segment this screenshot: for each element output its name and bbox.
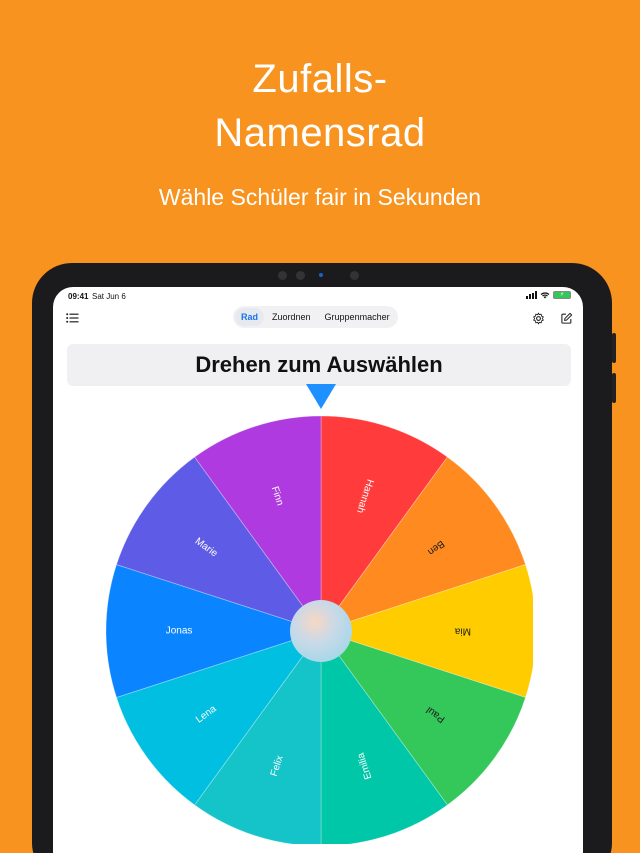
camera bbox=[296, 271, 305, 280]
volume-button bbox=[612, 333, 616, 363]
wheel-label-mia: Mia bbox=[454, 625, 471, 636]
wifi-icon bbox=[540, 292, 550, 299]
app-screen: 09:41 Sat Jun 6 ⚡ Rad Zuordnen Gruppenma… bbox=[53, 287, 583, 853]
compose-icon bbox=[560, 312, 572, 324]
status-indicators: ⚡ bbox=[526, 291, 571, 299]
tab-rad[interactable]: Rad bbox=[235, 308, 265, 326]
tab-zuordnen[interactable]: Zuordnen bbox=[266, 308, 317, 326]
view-switcher: Rad Zuordnen Gruppenmacher bbox=[233, 306, 398, 328]
sensor bbox=[350, 271, 359, 280]
settings-button[interactable] bbox=[527, 307, 549, 329]
name-wheel-area: Hannah Ben Mia Paul Emilia Felix Lena Jonas Mari… bbox=[103, 384, 537, 847]
name-wheel[interactable]: HannahBenMiaPaulEmiliaFelixLenaJonasMari… bbox=[103, 384, 537, 847]
gear-icon bbox=[532, 312, 544, 324]
headline-line-2: Namensrad bbox=[214, 111, 426, 155]
sensor bbox=[278, 271, 287, 280]
signal-icon bbox=[526, 291, 537, 299]
wheel-pointer bbox=[306, 384, 336, 409]
spin-hub-button[interactable] bbox=[290, 600, 352, 662]
camera-indicator bbox=[319, 273, 323, 277]
wheel-title: Drehen zum Auswählen bbox=[195, 352, 443, 377]
status-time: 09:41 bbox=[68, 292, 89, 301]
status-bar: 09:41 Sat Jun 6 ⚡ bbox=[66, 291, 571, 303]
volume-button bbox=[612, 373, 616, 403]
status-date: Sat Jun 6 bbox=[92, 292, 126, 301]
marketing-headline: Zufalls- Namensrad bbox=[0, 52, 640, 160]
battery-icon: ⚡ bbox=[553, 291, 571, 299]
edit-button[interactable] bbox=[555, 307, 577, 329]
tablet-frame: 09:41 Sat Jun 6 ⚡ Rad Zuordnen Gruppenma… bbox=[32, 263, 616, 853]
headline-line-1: Zufalls- bbox=[252, 57, 388, 101]
list-button[interactable] bbox=[61, 307, 83, 329]
tab-gruppenmacher[interactable]: Gruppenmacher bbox=[319, 308, 396, 326]
marketing-subtitle: Wähle Schüler fair in Sekunden bbox=[158, 184, 482, 210]
list-icon bbox=[65, 313, 78, 323]
wheel-title-bar: Drehen zum Auswählen bbox=[67, 344, 571, 386]
wheel-label-jonas: Jonas bbox=[166, 626, 193, 637]
